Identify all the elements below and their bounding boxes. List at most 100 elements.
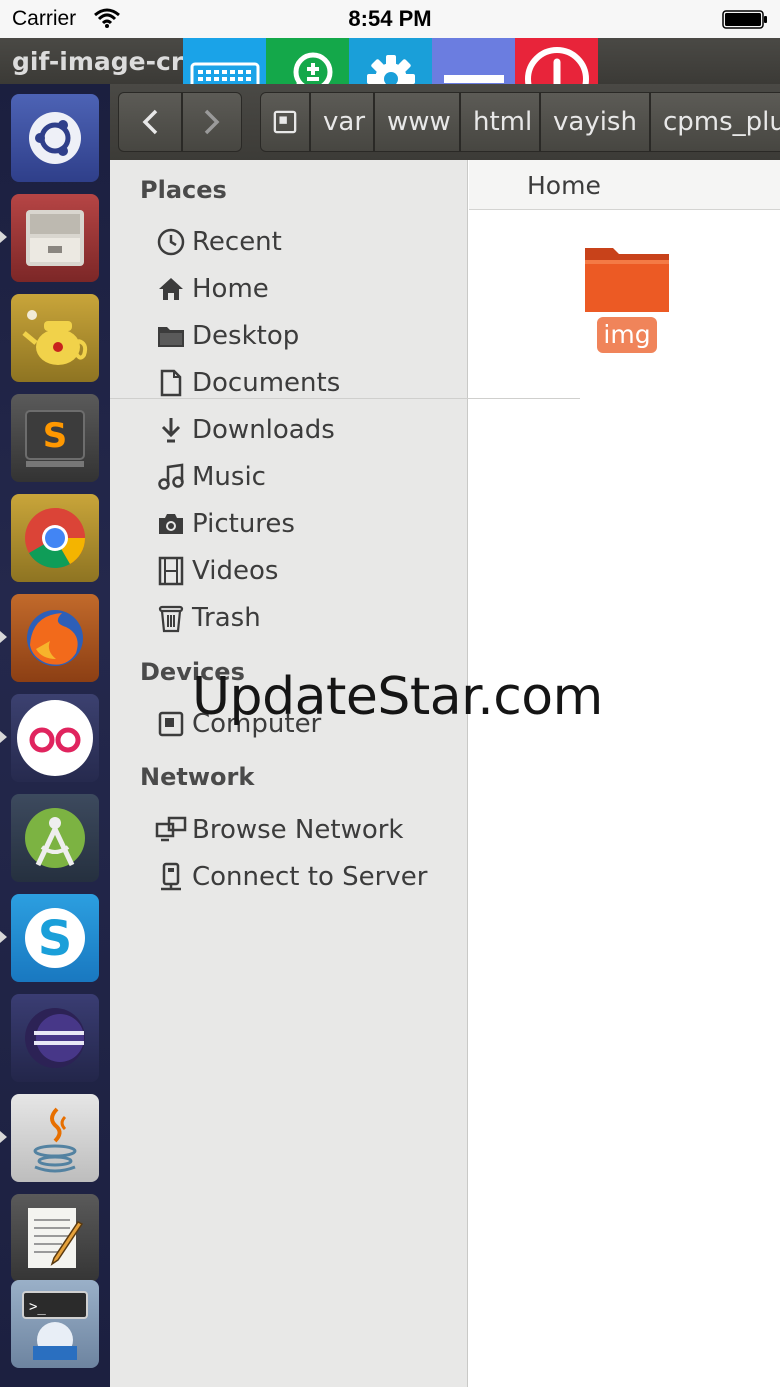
sidebar-item-documents[interactable]: Documents (154, 363, 340, 403)
launcher-files[interactable] (11, 194, 99, 282)
launcher-chrome[interactable] (11, 494, 99, 582)
terminal-icon: >_ (22, 1291, 88, 1360)
breadcrumb-item[interactable]: vayish (540, 92, 650, 152)
launcher-running-indicator (0, 931, 7, 943)
trash-icon (154, 601, 188, 635)
network-icon (154, 813, 188, 847)
launcher-running-indicator (0, 1131, 7, 1143)
sidebar-item-trash[interactable]: Trash (154, 598, 261, 638)
sidebar-item-label: Downloads (192, 415, 335, 445)
sidebar-item-home[interactable]: Home (154, 269, 269, 309)
teapot-icon (22, 310, 88, 365)
svg-text:S: S (43, 416, 68, 456)
unity-launcher: S S >_ (0, 84, 110, 1387)
tab-label: Home (527, 171, 601, 200)
clock-icon (154, 225, 188, 259)
breadcrumb-label: cpms_plu (663, 107, 780, 137)
folder-item[interactable]: img (583, 242, 671, 402)
sidebar-item-videos[interactable]: Videos (154, 551, 278, 591)
hard-disk-icon (154, 707, 188, 741)
sidebar-item-label: Videos (192, 556, 279, 586)
hard-disk-icon (273, 110, 297, 134)
sidebar-item-label: Trash (192, 603, 261, 633)
folder-icon (585, 248, 669, 312)
eclipse-icon (25, 1008, 85, 1068)
places-heading: Places (140, 176, 227, 204)
window-title: gif-image-cre (12, 47, 201, 76)
sidebar-item-label: Documents (192, 368, 341, 398)
file-manager-toolbar: var www html vayish cpms_plu (110, 84, 780, 160)
launcher-ubuntu-dash[interactable] (11, 94, 99, 182)
folder-label: img (597, 317, 657, 353)
breadcrumb-item[interactable]: cpms_plu (650, 92, 780, 152)
flickr-icon (17, 700, 93, 776)
divider (110, 398, 580, 399)
film-icon (154, 554, 188, 588)
sublime-text-icon: S (25, 410, 85, 467)
sidebar-item-music[interactable]: Music (154, 457, 266, 497)
network-heading: Network (140, 763, 255, 791)
breadcrumb-label: var (323, 107, 366, 137)
sidebar-item-label: Connect to Server (192, 862, 428, 892)
launcher-flickr[interactable] (11, 694, 99, 782)
firefox-icon (27, 610, 83, 666)
sidebar-item-browse-network[interactable]: Browse Network (154, 810, 404, 850)
svg-text:>_: >_ (29, 1299, 46, 1315)
launcher-text-editor[interactable] (11, 1194, 99, 1282)
launcher-terminal[interactable]: >_ (11, 1280, 99, 1368)
sidebar-item-recent[interactable]: Recent (154, 222, 282, 262)
text-editor-icon (28, 1208, 84, 1268)
launcher-running-indicator (0, 231, 7, 243)
forward-button[interactable] (182, 92, 242, 152)
breadcrumb-label: vayish (553, 107, 637, 137)
file-view: Home img (469, 160, 780, 1387)
breadcrumb-item[interactable]: html (460, 92, 540, 152)
chrome-icon (25, 508, 86, 569)
launcher-sublime-text[interactable]: S (11, 394, 99, 482)
breadcrumb-root[interactable] (260, 92, 310, 152)
launcher-running-indicator (0, 731, 7, 743)
places-sidebar: Places Recent Home Desktop Documents Dow… (110, 160, 468, 1387)
sidebar-item-desktop[interactable]: Desktop (154, 316, 299, 356)
breadcrumb-label: html (473, 107, 533, 137)
home-icon (154, 272, 188, 306)
sidebar-item-label: Recent (192, 227, 282, 257)
download-icon (154, 413, 188, 447)
battery-icon (722, 10, 767, 29)
sidebar-item-downloads[interactable]: Downloads (154, 410, 335, 450)
launcher-skype[interactable]: S (11, 894, 99, 982)
camera-icon (154, 507, 188, 541)
tab-home[interactable]: Home (469, 160, 780, 210)
file-cabinet-icon (26, 210, 84, 266)
folder-icon (154, 319, 188, 353)
launcher-teapot[interactable] (11, 294, 99, 382)
chevron-right-icon (204, 109, 220, 135)
java-icon (33, 1107, 77, 1173)
sidebar-item-connect-to-server[interactable]: Connect to Server (154, 857, 427, 897)
document-icon (154, 366, 188, 400)
server-icon (154, 860, 188, 894)
music-note-icon (154, 460, 188, 494)
skype-icon: S (25, 908, 85, 968)
breadcrumb-item[interactable]: www (374, 92, 460, 152)
ios-status-bar: Carrier 8:54 PM (0, 0, 780, 38)
ubuntu-dash-icon (29, 112, 81, 164)
back-button[interactable] (118, 92, 182, 152)
sidebar-item-label: Browse Network (192, 815, 404, 845)
launcher-android-studio[interactable] (11, 794, 99, 882)
watermark: UpdateStar.com (192, 667, 603, 727)
launcher-java[interactable] (11, 1094, 99, 1182)
chevron-left-icon (142, 109, 158, 135)
sidebar-item-label: Music (192, 462, 266, 492)
sidebar-item-label: Home (192, 274, 269, 304)
sidebar-item-label: Pictures (192, 509, 295, 539)
sidebar-item-pictures[interactable]: Pictures (154, 504, 295, 544)
breadcrumb-item[interactable]: var (310, 92, 374, 152)
svg-text:S: S (38, 911, 73, 967)
breadcrumb-label: www (387, 107, 451, 137)
launcher-running-indicator (0, 631, 7, 643)
android-studio-icon (25, 808, 85, 868)
launcher-firefox[interactable] (11, 594, 99, 682)
clock: 8:54 PM (348, 6, 432, 31)
launcher-eclipse[interactable] (11, 994, 99, 1082)
